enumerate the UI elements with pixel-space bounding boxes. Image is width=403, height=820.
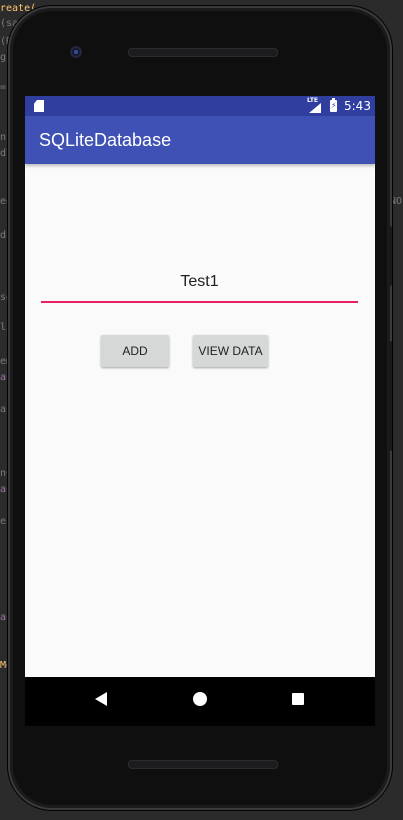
lte-signal-icon: LTE [307,97,321,113]
nav-home-icon[interactable] [193,692,207,706]
battery-charging-icon: ⚡ [330,98,337,112]
app-title: SQLiteDatabase [39,130,172,150]
sd-card-icon [34,100,44,112]
nav-back-icon[interactable] [95,692,107,706]
status-bar: LTE ⚡ 5:43 [25,96,375,116]
add-button[interactable]: ADD [101,335,169,367]
earpiece-speaker [128,48,278,57]
main-content: Test1 ADD VIEW DATA [25,164,375,677]
app-bar: SQLiteDatabase [25,116,375,164]
navigation-bar [25,677,375,726]
power-button [388,226,392,286]
name-input[interactable]: Test1 [41,269,358,303]
status-time: 5:43 [344,99,371,113]
device-screen: LTE ⚡ 5:43 SQLiteDatabase Test1 ADD VIEW… [25,96,375,726]
view-data-button[interactable]: VIEW DATA [193,335,268,367]
volume-button [388,341,392,451]
nav-recents-icon[interactable] [292,693,304,705]
network-type-label: LTE [307,97,319,104]
bottom-speaker [128,760,278,769]
front-camera-icon [70,46,82,58]
name-input-value[interactable]: Test1 [41,273,358,291]
phone-frame: LTE ⚡ 5:43 SQLiteDatabase Test1 ADD VIEW… [8,6,392,810]
